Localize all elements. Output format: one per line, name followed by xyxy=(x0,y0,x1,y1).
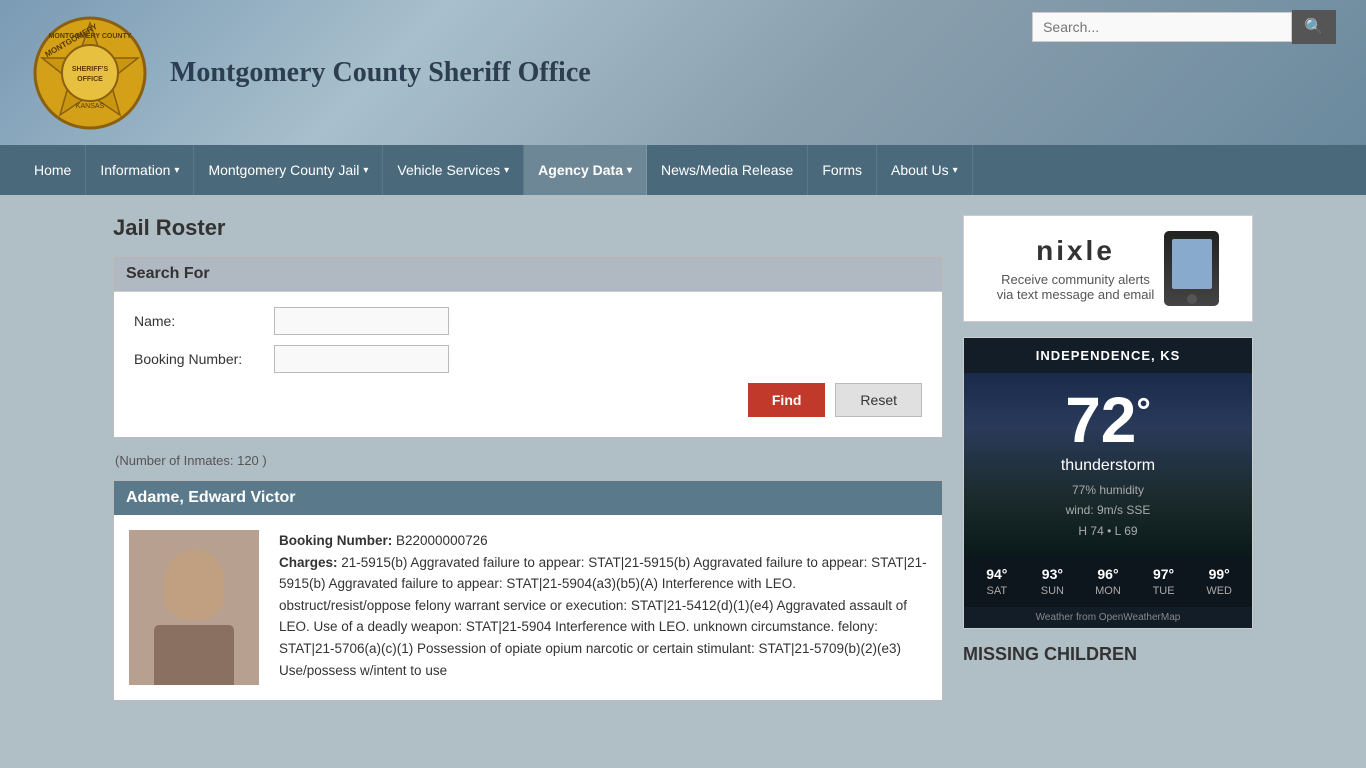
site-title: Montgomery County Sheriff Office xyxy=(170,57,591,89)
nav-arrow-agency: ▾ xyxy=(627,165,632,176)
svg-text:MONTGOMERY COUNTY: MONTGOMERY COUNTY xyxy=(49,33,132,40)
find-button[interactable]: Find xyxy=(748,383,826,417)
reset-button[interactable]: Reset xyxy=(835,383,922,417)
svg-text:KANSAS: KANSAS xyxy=(76,103,105,110)
weather-high-low: H 74 • L 69 xyxy=(979,521,1237,541)
inmate-body: Booking Number: B22000000726 Charges: 21… xyxy=(114,515,942,700)
inmate-name-header: Adame, Edward Victor xyxy=(114,481,942,515)
sidebar: nixle Receive community alertsvia text m… xyxy=(963,215,1253,701)
booking-number-line: Booking Number: B22000000726 xyxy=(279,530,927,552)
page-title: Jail Roster xyxy=(113,215,943,241)
svg-text:OFFICE: OFFICE xyxy=(77,76,103,83)
forecast-temp: 97° xyxy=(1136,566,1192,582)
name-input[interactable] xyxy=(274,307,449,335)
name-row: Name: xyxy=(134,307,922,335)
main-content: Jail Roster Search For Name: Booking Num… xyxy=(93,195,1273,721)
weather-temperature: 72° xyxy=(979,388,1237,452)
face-head xyxy=(164,550,224,620)
booking-label: Booking Number: xyxy=(134,351,274,367)
form-buttons: Find Reset xyxy=(134,383,922,417)
weather-temp-value: 72 xyxy=(1065,384,1136,456)
inmate-photo xyxy=(129,530,259,685)
forecast-temp: 96° xyxy=(1080,566,1136,582)
forecast-temp: 94° xyxy=(969,566,1025,582)
charges-value: 21-5915(b) Aggravated failure to appear:… xyxy=(279,555,927,678)
nixle-widget: nixle Receive community alertsvia text m… xyxy=(963,215,1253,322)
nixle-content: nixle Receive community alertsvia text m… xyxy=(979,231,1237,306)
nav-item-information[interactable]: Information ▾ xyxy=(86,145,194,195)
weather-humidity: 77% humidity xyxy=(979,480,1237,500)
name-label: Name: xyxy=(134,313,274,329)
nixle-logo-text: nixle xyxy=(1036,235,1115,267)
nav-arrow-information: ▾ xyxy=(174,165,179,176)
charges-line: Charges: 21-5915(b) Aggravated failure t… xyxy=(279,552,927,682)
search-button[interactable]: 🔍 xyxy=(1292,10,1336,44)
forecast-day-tue: 97° TUE xyxy=(1136,566,1192,597)
forecast-temp: 93° xyxy=(1025,566,1081,582)
nav-item-agency[interactable]: Agency Data ▾ xyxy=(524,145,647,195)
weather-wind: wind: 9m/s SSE xyxy=(979,500,1237,520)
search-section-header: Search For xyxy=(114,257,942,291)
inmates-count: (Number of Inmates: 120 ) xyxy=(113,453,943,468)
navigation: HomeInformation ▾Montgomery County Jail … xyxy=(0,145,1366,195)
phone-button xyxy=(1187,294,1197,304)
missing-children-title: MISSING CHILDREN xyxy=(963,644,1253,665)
svg-text:SHERIFF'S: SHERIFF'S xyxy=(72,66,109,73)
booking-number-value: B22000000726 xyxy=(396,533,488,548)
weather-temp-symbol: ° xyxy=(1136,393,1150,429)
nixle-description: Receive community alertsvia text message… xyxy=(997,272,1155,302)
face-body xyxy=(154,625,234,685)
nixle-logo: nixle xyxy=(997,235,1155,267)
inmate-details: Booking Number: B22000000726 Charges: 21… xyxy=(279,530,927,685)
forecast-label: SUN xyxy=(1025,585,1081,597)
forecast-label: MON xyxy=(1080,585,1136,597)
nav-item-news[interactable]: News/Media Release xyxy=(647,145,808,195)
nav-arrow-vehicle: ▾ xyxy=(504,165,509,176)
booking-input[interactable] xyxy=(274,345,449,373)
inmate-entry: Adame, Edward Victor Booking Number: B22… xyxy=(113,480,943,701)
sheriff-logo: MONTGOMERY MONTGOMERY COUNTY SHERIFF'S O… xyxy=(30,13,150,133)
nav-item-vehicle[interactable]: Vehicle Services ▾ xyxy=(383,145,524,195)
weather-condition: thunderstorm xyxy=(979,457,1237,475)
forecast-day-sun: 93° SUN xyxy=(1025,566,1081,597)
phone-screen xyxy=(1172,239,1212,289)
booking-row: Booking Number: xyxy=(134,345,922,373)
search-section: Search For Name: Booking Number: Find Re… xyxy=(113,256,943,438)
search-section-body: Name: Booking Number: Find Reset xyxy=(114,291,942,437)
forecast-day-sat: 94° SAT xyxy=(969,566,1025,597)
missing-children-section: MISSING CHILDREN xyxy=(963,644,1253,665)
forecast-temp: 99° xyxy=(1191,566,1247,582)
forecast-label: SAT xyxy=(969,585,1025,597)
nav-arrow-jail: ▾ xyxy=(363,165,368,176)
weather-location: INDEPENDENCE, KS xyxy=(964,338,1252,373)
nav-item-about[interactable]: About Us ▾ xyxy=(877,145,973,195)
header: MONTGOMERY MONTGOMERY COUNTY SHERIFF'S O… xyxy=(0,0,1366,145)
content-area: Jail Roster Search For Name: Booking Num… xyxy=(113,215,943,701)
nav-item-jail[interactable]: Montgomery County Jail ▾ xyxy=(194,145,383,195)
forecast-day-mon: 96° MON xyxy=(1080,566,1136,597)
nixle-text-block: nixle Receive community alertsvia text m… xyxy=(997,235,1155,302)
forecast-label: WED xyxy=(1191,585,1247,597)
nixle-phone-image xyxy=(1164,231,1219,306)
weather-attribution: Weather from OpenWeatherMap xyxy=(964,607,1252,628)
forecast-day-wed: 99° WED xyxy=(1191,566,1247,597)
weather-details: 77% humidity wind: 9m/s SSE H 74 • L 69 xyxy=(979,480,1237,541)
booking-number-label: Booking Number: xyxy=(279,533,392,548)
charges-label: Charges: xyxy=(279,555,338,570)
nav-item-forms[interactable]: Forms xyxy=(808,145,877,195)
nav-arrow-about: ▾ xyxy=(953,165,958,176)
weather-forecast: 94° SAT93° SUN 96° MON97° TUE 99° WED xyxy=(964,556,1252,607)
weather-main: 72° thunderstorm 77% humidity wind: 9m/s… xyxy=(964,373,1252,556)
search-bar: 🔍 xyxy=(1032,10,1336,44)
nav-item-home[interactable]: Home xyxy=(20,145,86,195)
weather-widget: INDEPENDENCE, KS 72° thunderstorm 77% hu… xyxy=(963,337,1253,629)
forecast-label: TUE xyxy=(1136,585,1192,597)
search-input[interactable] xyxy=(1032,12,1292,42)
